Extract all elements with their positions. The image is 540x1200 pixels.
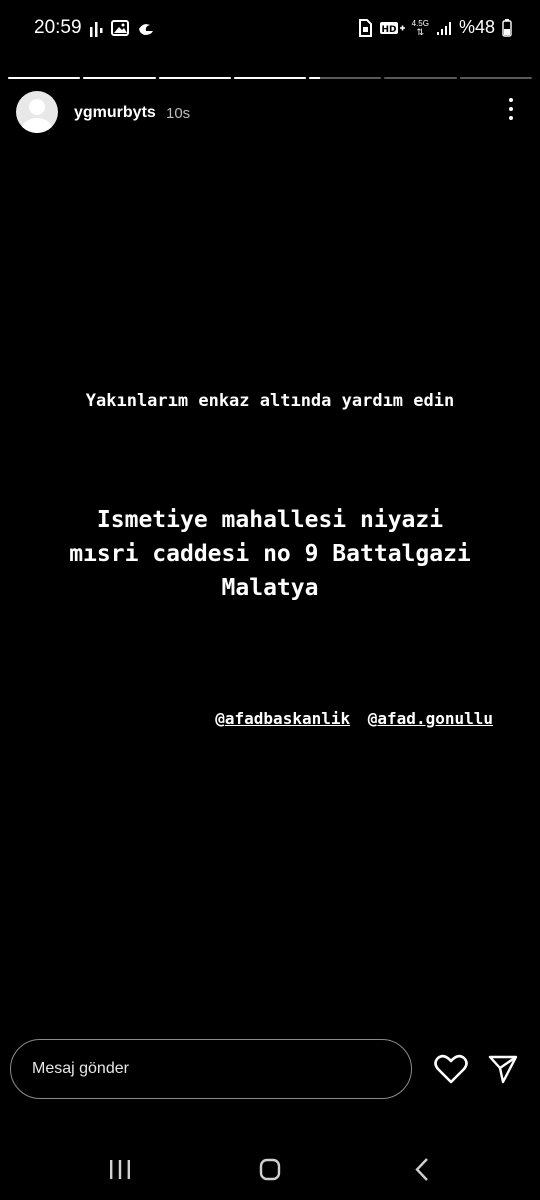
progress-segment-2: [83, 77, 156, 79]
story-text-address: Ismetiye mahallesi niyazi mısri caddesi …: [0, 503, 540, 605]
progress-fill: [8, 77, 81, 79]
progress-segment-7: [459, 77, 532, 79]
send-icon[interactable]: [487, 1053, 519, 1085]
sim-icon: [358, 18, 372, 37]
time-ago: 10s: [166, 105, 191, 122]
status-time: 20:59: [34, 17, 82, 38]
battery-label: %48: [458, 17, 495, 37]
back-icon[interactable]: [402, 1153, 442, 1187]
status-right-icons: HD 4.5G ⇅ %48: [358, 17, 512, 38]
moon-icon: [139, 24, 153, 35]
story-text-line1: Yakınlarım enkaz altında yardım edin: [85, 391, 455, 411]
progress-fill: [309, 77, 320, 79]
progress-segment-4: [233, 77, 307, 79]
network-arrows: ⇅: [416, 26, 425, 37]
story-header: ygmurbyts 10s: [16, 91, 524, 137]
battery-icon: [502, 18, 512, 37]
progress-segment-1: [8, 77, 81, 79]
status-left-icons: [89, 19, 155, 37]
progress-segment-3: [158, 77, 231, 79]
more-options-icon[interactable]: [508, 98, 514, 126]
home-icon[interactable]: [250, 1153, 290, 1187]
gallery-icon: [111, 20, 129, 36]
avatar[interactable]: [16, 91, 58, 133]
address-line-2: mısri caddesi no 9 Battalgazi: [69, 541, 471, 567]
progress-fill: [158, 77, 231, 79]
avatar-body: [22, 118, 52, 133]
signal-strength-icon: [436, 21, 451, 35]
username[interactable]: ygmurbyts: [74, 104, 156, 122]
progress-fill: [83, 77, 156, 79]
address-line-1: Ismetiye mahallesi niyazi: [96, 507, 444, 533]
progress-fill: [233, 77, 307, 79]
mention-afad-gonullu[interactable]: @afad.gonullu: [368, 709, 493, 728]
recents-icon[interactable]: [100, 1153, 140, 1187]
mentions: @afadbaskanlik @afad.gonullu: [215, 709, 493, 728]
story-progress-bar: [8, 77, 532, 80]
mention-handle[interactable]: afadbaskanlik: [225, 709, 350, 728]
svg-text:HD: HD: [381, 25, 396, 35]
hd-volte-icon: HD: [379, 21, 405, 35]
progress-segment-6: [384, 77, 457, 79]
mention-handle[interactable]: afad.gonullu: [377, 709, 493, 728]
signal-bars-icon: [90, 22, 103, 37]
navigation-bar: [0, 1145, 540, 1195]
network-4-5g-icon: 4.5G ⇅: [412, 19, 429, 37]
heart-icon[interactable]: [434, 1053, 468, 1085]
status-bar: 20:59 HD 4.5G ⇅ %48: [0, 0, 540, 58]
mention-afadbaskanlik[interactable]: @afadbaskanlik: [215, 709, 350, 728]
progress-segment-5: [309, 77, 382, 79]
address-line-3: Malatya: [221, 575, 319, 601]
avatar-head: [29, 99, 45, 115]
message-input[interactable]: [10, 1039, 412, 1099]
